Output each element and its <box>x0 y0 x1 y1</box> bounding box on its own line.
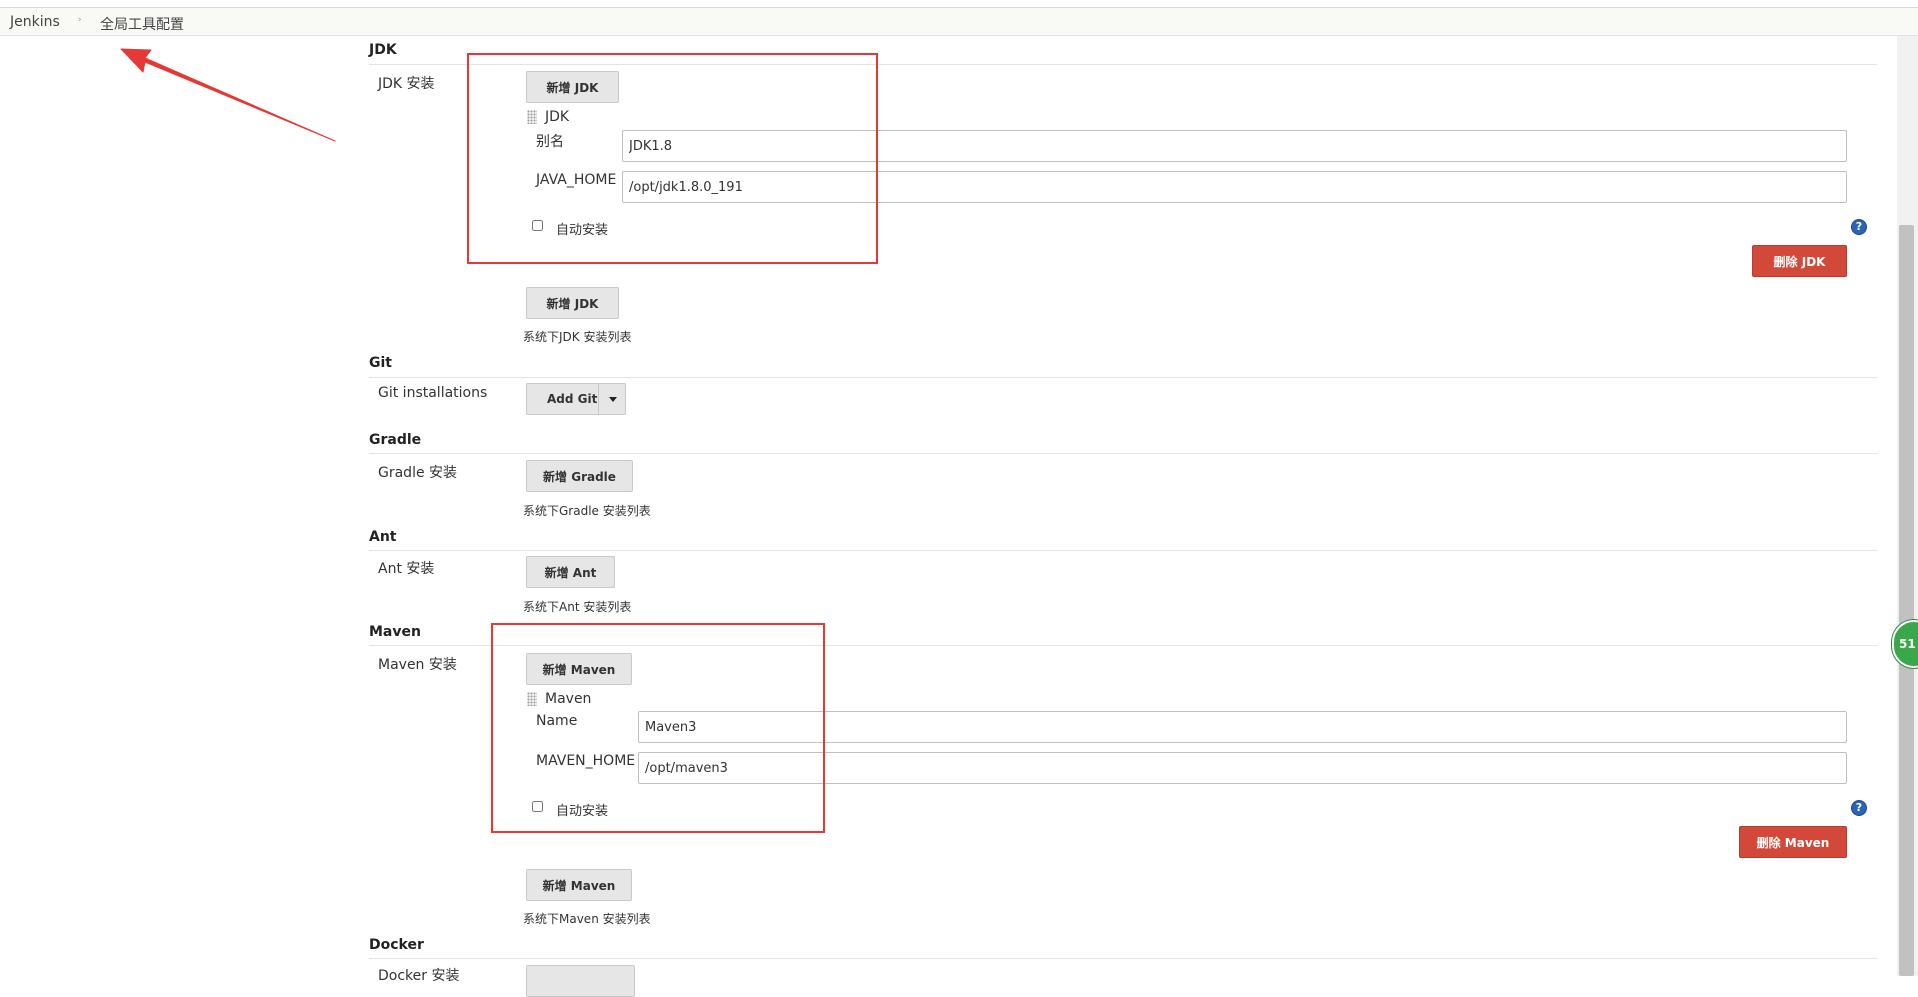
section-title-jdk: JDK <box>369 42 397 58</box>
section-divider <box>369 453 1877 454</box>
breadcrumb-jenkins[interactable]: Jenkins <box>10 14 60 30</box>
help-icon[interactable]: ? <box>1851 219 1867 235</box>
ant-install-label: Ant 安装 <box>378 561 435 577</box>
section-title-git: Git <box>369 355 392 371</box>
section-divider <box>369 550 1877 551</box>
caret-down-icon <box>609 397 617 402</box>
maven-install-label: Maven 安装 <box>378 657 457 673</box>
section-divider <box>369 958 1877 959</box>
add-git-label: Add Git <box>547 392 598 406</box>
jdk-install-label: JDK 安装 <box>378 76 435 92</box>
red-arrow-annotation <box>120 48 336 142</box>
delete-maven-button[interactable]: 删除 Maven <box>1739 826 1847 858</box>
maven-list-hint: 系统下Maven 安装列表 <box>523 912 651 926</box>
side-floating-widget[interactable]: 51 <box>1892 620 1918 668</box>
scrollbar-thumb[interactable] <box>1899 225 1914 976</box>
add-git-dropdown-button[interactable]: Add Git <box>526 383 626 415</box>
ant-list-hint: 系统下Ant 安装列表 <box>523 600 632 614</box>
section-title-docker: Docker <box>369 937 424 953</box>
git-installations-label: Git installations <box>378 385 488 401</box>
add-gradle-button[interactable]: 新增 Gradle <box>526 460 633 492</box>
delete-jdk-button[interactable]: 删除 JDK <box>1752 245 1847 277</box>
section-title-ant: Ant <box>369 529 397 545</box>
docker-install-label: Docker 安装 <box>378 968 460 984</box>
section-title-gradle: Gradle <box>369 432 422 448</box>
add-jdk-button-2[interactable]: 新增 JDK <box>526 287 619 319</box>
add-maven-button-2[interactable]: 新增 Maven <box>526 869 632 901</box>
gradle-list-hint: 系统下Gradle 安装列表 <box>523 504 651 518</box>
jdk-highlight-box <box>467 53 878 264</box>
section-title-maven: Maven <box>369 624 421 640</box>
jdk-list-hint: 系统下JDK 安装列表 <box>523 330 632 344</box>
breadcrumb-global-tool-config[interactable]: 全局工具配置 <box>100 14 184 34</box>
maven-highlight-box <box>491 623 825 833</box>
help-icon[interactable]: ? <box>1851 800 1867 816</box>
breadcrumb: Jenkins › 全局工具配置 <box>0 7 1918 36</box>
add-ant-button[interactable]: 新增 Ant <box>526 556 615 588</box>
dropdown-divider <box>598 384 599 414</box>
breadcrumb-separator: › <box>78 15 82 25</box>
gradle-install-label: Gradle 安装 <box>378 465 458 481</box>
add-docker-button[interactable] <box>526 965 635 997</box>
section-divider <box>369 377 1877 378</box>
